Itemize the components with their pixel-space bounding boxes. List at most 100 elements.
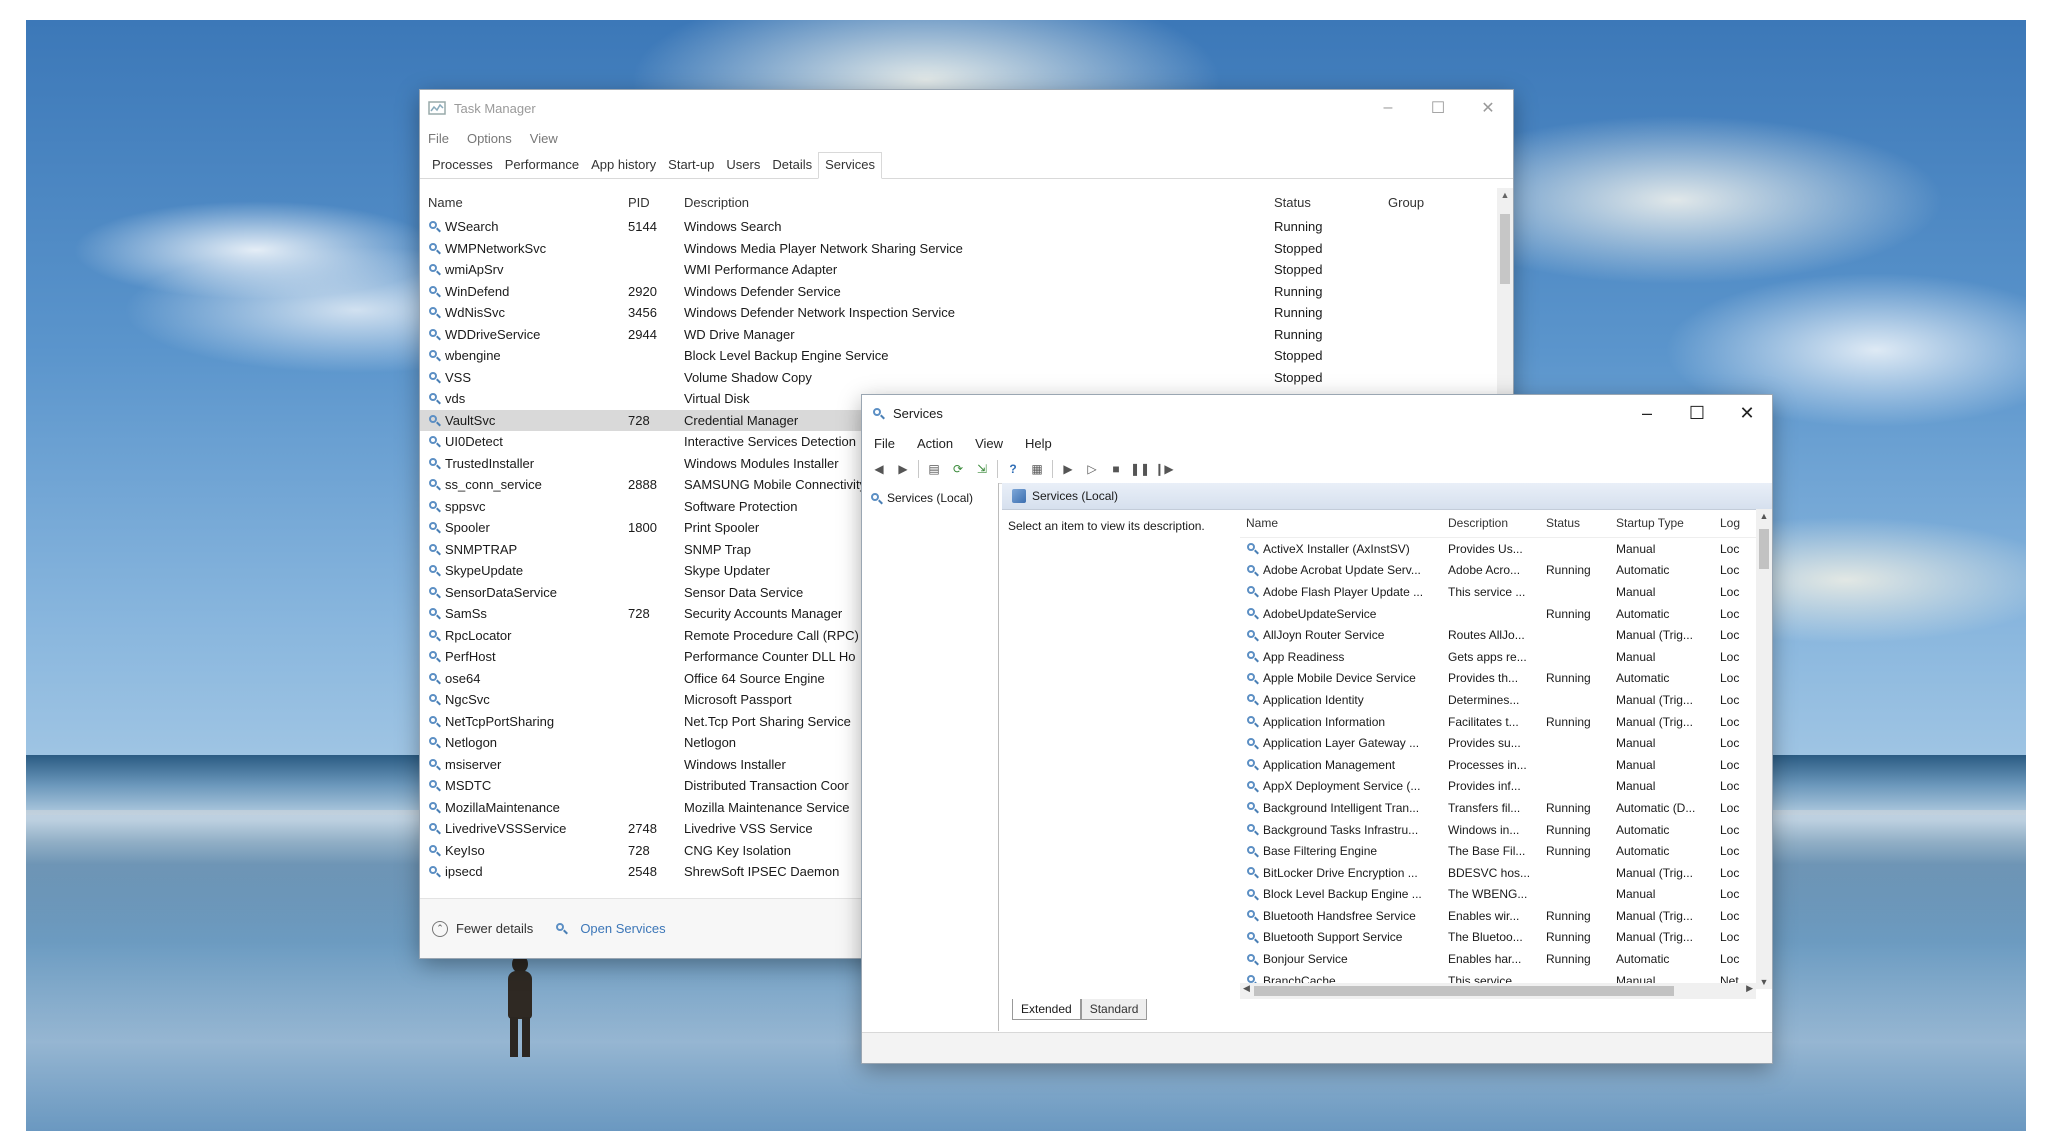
list-item[interactable]: BitLocker Drive Encryption ... BDESVC hos… <box>1240 862 1772 884</box>
list-item[interactable]: ActiveX Installer (AxInstSV) Provides Us.… <box>1240 538 1772 560</box>
tab-app-history[interactable]: App history <box>585 153 662 178</box>
menu-view[interactable]: View <box>530 131 558 146</box>
minimize-button[interactable]: – <box>1622 395 1672 431</box>
task-manager-titlebar[interactable]: Task Manager – ☐ ✕ <box>420 90 1513 126</box>
list-item[interactable]: AdobeUpdateService Running Automatic Loc <box>1240 603 1772 625</box>
column-header-group[interactable]: Group <box>1388 195 1488 210</box>
list-item[interactable]: Application Layer Gateway ... Provides su… <box>1240 732 1772 754</box>
minimize-button[interactable]: – <box>1363 90 1413 126</box>
scroll-right-arrow-icon[interactable]: ▶ <box>1746 983 1753 994</box>
tab-details[interactable]: Details <box>766 153 818 178</box>
list-item[interactable]: App Readiness Gets apps re... Manual Loc <box>1240 646 1772 668</box>
column-header-startup-type[interactable]: Startup Type <box>1616 516 1720 530</box>
pane-header: Services (Local) <box>1002 483 1772 510</box>
service-icon <box>428 349 441 362</box>
list-item[interactable]: AppX Deployment Service (... Provides inf… <box>1240 776 1772 798</box>
scroll-up-arrow-icon[interactable]: ▲ <box>1497 190 1513 200</box>
service-description: Routes AllJo... <box>1448 628 1525 643</box>
service-name: wbengine <box>420 348 628 363</box>
service-startup-type: Manual <box>1616 584 1656 599</box>
scrollbar-thumb[interactable] <box>1759 529 1769 569</box>
menu-view[interactable]: View <box>975 436 1003 451</box>
scroll-up-arrow-icon[interactable]: ▲ <box>1756 511 1772 521</box>
tab-processes[interactable]: Processes <box>426 153 499 178</box>
services-titlebar[interactable]: Services – ☐ ✕ <box>862 395 1772 431</box>
table-row[interactable]: WMPNetworkSvc Windows Media Player Networ… <box>420 238 1497 260</box>
column-header-name[interactable]: Name <box>1240 516 1448 530</box>
refresh-icon[interactable]: ⟳ <box>949 460 967 478</box>
back-arrow-icon[interactable]: ◀ <box>870 460 888 478</box>
tab-services[interactable]: Services <box>818 152 882 179</box>
close-button[interactable]: ✕ <box>1722 395 1772 431</box>
list-item[interactable]: Background Tasks Infrastru... Windows in.… <box>1240 819 1772 841</box>
forward-arrow-icon[interactable]: ▶ <box>894 460 912 478</box>
list-item[interactable]: Bluetooth Handsfree Service Enables wir..… <box>1240 905 1772 927</box>
export-list-icon[interactable]: ⇲ <box>973 460 991 478</box>
properties-icon[interactable]: ▦ <box>1028 460 1046 478</box>
list-item[interactable]: Apple Mobile Device Service Provides th..… <box>1240 668 1772 690</box>
menu-file[interactable]: File <box>428 131 449 146</box>
tab-users[interactable]: Users <box>720 153 766 178</box>
list-item[interactable]: Background Intelligent Tran... Transfers … <box>1240 797 1772 819</box>
fewer-details-button[interactable]: ⌃ Fewer details <box>432 920 533 937</box>
list-item[interactable]: Bonjour Service Enables har... Running Auto… <box>1240 948 1772 970</box>
tab-extended[interactable]: Extended <box>1012 999 1081 1020</box>
close-button[interactable]: ✕ <box>1463 90 1513 126</box>
gear-icon <box>1246 845 1259 858</box>
column-header-description[interactable]: Description <box>1448 516 1546 530</box>
scroll-down-arrow-icon[interactable]: ▼ <box>1756 977 1772 987</box>
column-header-status[interactable]: Status <box>1546 516 1616 530</box>
table-row[interactable]: WSearch 5144 Windows Search Running <box>420 216 1497 238</box>
service-name: WDDriveService <box>420 327 628 342</box>
table-row[interactable]: WinDefend 2920 Windows Defender Service Run… <box>420 281 1497 303</box>
tab-performance[interactable]: Performance <box>499 153 585 178</box>
list-item[interactable]: Adobe Flash Player Update ... This servic… <box>1240 581 1772 603</box>
table-row[interactable]: wmiApSrv WMI Performance Adapter Stopped <box>420 259 1497 281</box>
menu-action[interactable]: Action <box>917 436 953 451</box>
table-row[interactable]: WdNisSvc 3456 Windows Defender Network Ins… <box>420 302 1497 324</box>
menu-help[interactable]: Help <box>1025 436 1052 451</box>
stop-service-icon[interactable]: ■ <box>1107 460 1125 478</box>
toolbar: ◀ ▶ ▤ ⟳ ⇲ ? ▦ ▶ ▷ ■ ❚❚ ❙▶ <box>862 455 1772 484</box>
scroll-left-arrow-icon[interactable]: ◀ <box>1243 983 1250 994</box>
start-service-alt-icon[interactable]: ▷ <box>1083 460 1101 478</box>
service-name: VSS <box>420 370 628 385</box>
list-item[interactable]: Application Identity Determines... Manual … <box>1240 689 1772 711</box>
column-header-status[interactable]: Status <box>1274 195 1388 210</box>
pause-service-icon[interactable]: ❚❚ <box>1130 460 1150 478</box>
menu-file[interactable]: File <box>874 436 895 451</box>
list-item[interactable]: Base Filtering Engine The Base Fil... Runn… <box>1240 840 1772 862</box>
tab-startup[interactable]: Start-up <box>662 153 720 178</box>
table-row[interactable]: WDDriveService 2944 WD Drive Manager Runnin… <box>420 324 1497 346</box>
list-item[interactable]: AllJoyn Router Service Routes AllJo... Man… <box>1240 624 1772 646</box>
column-header-log-on-as[interactable]: Log <box>1720 516 1750 530</box>
gear-icon <box>1246 629 1259 642</box>
scrollbar-thumb[interactable] <box>1500 214 1510 284</box>
list-vertical-scrollbar[interactable]: ▲ ▼ <box>1756 509 1772 989</box>
menu-options[interactable]: Options <box>467 131 512 146</box>
service-description: This service ... <box>1448 584 1526 599</box>
list-item[interactable]: Application Management Processes in... Man… <box>1240 754 1772 776</box>
list-item[interactable]: Bluetooth Support Service The Bluetoo... R… <box>1240 927 1772 949</box>
table-row[interactable]: wbengine Block Level Backup Engine Servic… <box>420 345 1497 367</box>
column-header-name[interactable]: Name <box>420 195 628 210</box>
table-row[interactable]: VSS Volume Shadow Copy Stopped <box>420 367 1497 389</box>
start-service-icon[interactable]: ▶ <box>1059 460 1077 478</box>
show-hide-console-tree-icon[interactable]: ▤ <box>925 460 943 478</box>
maximize-button[interactable]: ☐ <box>1672 395 1722 431</box>
list-horizontal-scrollbar[interactable]: ◀ ▶ <box>1240 983 1756 999</box>
scrollbar-thumb[interactable] <box>1254 986 1674 996</box>
open-services-link[interactable]: Open Services <box>555 921 666 936</box>
service-description: Volume Shadow Copy <box>684 369 812 385</box>
service-status: Running <box>1546 930 1591 945</box>
list-item[interactable]: Application Information Facilitates t... R… <box>1240 711 1772 733</box>
maximize-button[interactable]: ☐ <box>1413 90 1463 126</box>
tree-item-services-local[interactable]: Services (Local) <box>862 483 998 513</box>
help-icon[interactable]: ? <box>1004 460 1022 478</box>
tab-standard[interactable]: Standard <box>1080 999 1148 1020</box>
list-item[interactable]: Block Level Backup Engine ... The WBENG..… <box>1240 884 1772 906</box>
column-header-pid[interactable]: PID <box>628 195 684 210</box>
resume-service-icon[interactable]: ❙▶ <box>1154 460 1173 478</box>
column-header-description[interactable]: Description <box>684 195 1274 210</box>
list-item[interactable]: Adobe Acrobat Update Serv... Adobe Acro..… <box>1240 560 1772 582</box>
